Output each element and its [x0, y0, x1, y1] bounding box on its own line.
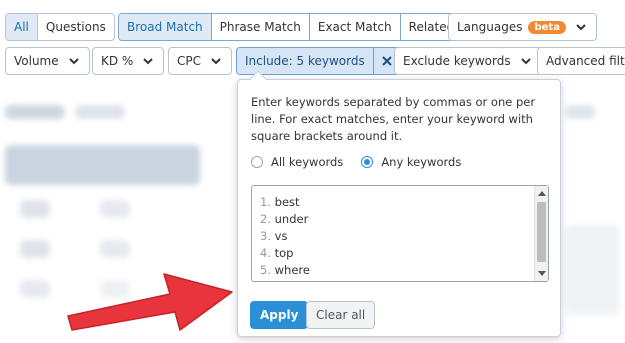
exclude-keywords-dropdown[interactable]: Exclude keywords	[394, 47, 542, 75]
tab-broad-match[interactable]: Broad Match	[119, 14, 212, 40]
advanced-filters-button[interactable]: Advanced filte	[537, 47, 625, 75]
exclude-label: Exclude keywords	[403, 54, 511, 68]
line-number: 3.	[260, 229, 271, 243]
keyword-line: 1. best	[260, 194, 310, 211]
match-mode-radios: All keywords Any keywords	[251, 155, 479, 169]
keyword-text: under	[274, 212, 309, 226]
cpc-dropdown[interactable]: CPC	[168, 47, 232, 75]
match-tabs: Broad Match Phrase Match Exact Match Rel…	[118, 13, 464, 41]
keyword-line: 3. vs	[260, 228, 310, 245]
include-keywords-filter: Include: 5 keywords	[236, 47, 401, 75]
radio-any-keywords[interactable]: Any keywords	[361, 155, 461, 169]
cpc-label: CPC	[177, 54, 201, 68]
line-number: 2.	[260, 212, 271, 226]
chevron-down-icon	[574, 20, 588, 34]
languages-dropdown[interactable]: Languages beta	[448, 13, 597, 41]
keywords-textarea[interactable]: 1. best 2. under 3. vs 4. top 5. where	[251, 185, 549, 282]
tab-questions[interactable]: Questions	[38, 14, 114, 40]
radio-button-selected[interactable]	[361, 156, 374, 168]
keyword-text: top	[274, 246, 294, 260]
kd-dropdown[interactable]: KD %	[92, 47, 165, 75]
kd-label: KD %	[101, 54, 134, 68]
textarea-scrollbar[interactable]	[534, 186, 548, 281]
keyword-line: 4. top	[260, 245, 310, 262]
apply-button[interactable]: Apply	[250, 301, 309, 329]
chevron-down-icon	[209, 54, 223, 68]
beta-badge: beta	[528, 20, 566, 34]
radio-any-label: Any keywords	[381, 155, 462, 169]
include-keywords-popup: Enter keywords separated by commas or on…	[237, 70, 561, 337]
clear-all-button[interactable]: Clear all	[306, 301, 376, 329]
line-number: 5.	[260, 263, 271, 277]
tab-exact-match[interactable]: Exact Match	[310, 14, 401, 40]
tab-all[interactable]: All	[6, 14, 38, 40]
advanced-label: Advanced filte	[546, 54, 625, 68]
chevron-down-icon	[519, 54, 533, 68]
chevron-down-icon	[141, 54, 155, 68]
keyword-text: where	[274, 263, 310, 277]
popup-instructions: Enter keywords separated by commas or on…	[251, 95, 536, 143]
volume-label: Volume	[14, 54, 59, 68]
scroll-thumb[interactable]	[537, 202, 546, 262]
line-number: 1.	[260, 195, 271, 209]
type-tabs: All Questions	[5, 13, 115, 41]
radio-all-label: All keywords	[271, 155, 344, 169]
tab-phrase-match[interactable]: Phrase Match	[212, 14, 310, 40]
scroll-up-icon[interactable]	[538, 191, 546, 196]
keyword-line: 5. where	[260, 262, 310, 279]
radio-button[interactable]	[251, 156, 263, 168]
scroll-down-icon[interactable]	[538, 271, 546, 276]
keyword-line: 2. under	[260, 211, 310, 228]
line-number: 4.	[260, 246, 271, 260]
radio-all-keywords[interactable]: All keywords	[251, 155, 343, 169]
keyword-text: best	[274, 195, 300, 209]
volume-dropdown[interactable]: Volume	[5, 47, 90, 75]
arrow-icon	[67, 273, 233, 331]
keyword-text: vs	[274, 229, 288, 243]
keyword-lines: 1. best 2. under 3. vs 4. top 5. where	[260, 194, 310, 279]
chevron-down-icon	[67, 54, 81, 68]
languages-label: Languages	[457, 20, 523, 34]
